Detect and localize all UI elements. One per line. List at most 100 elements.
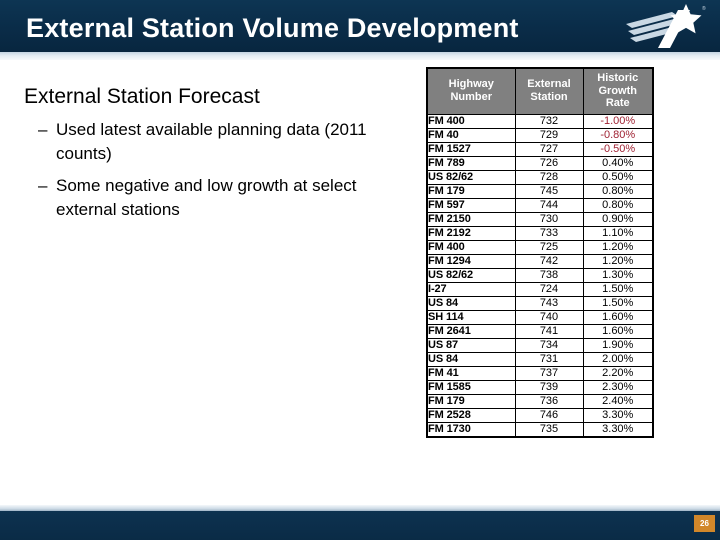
cell-historic-growth-rate: 0.80%	[582, 183, 654, 199]
cell-highway-number: FM 2528	[426, 407, 516, 423]
cell-historic-growth-rate: 1.50%	[582, 281, 654, 297]
cell-external-station: 729	[514, 127, 584, 143]
cell-external-station: 743	[514, 295, 584, 311]
cell-historic-growth-rate: 1.60%	[582, 309, 654, 325]
cell-external-station: 725	[514, 239, 584, 255]
cell-external-station: 745	[514, 183, 584, 199]
content-heading: External Station Forecast	[24, 85, 260, 108]
table-row: FM 179 736 2.40%	[426, 393, 654, 409]
table-row: FM 2641 741 1.60%	[426, 323, 654, 339]
table-row: FM 400 725 1.20%	[426, 239, 654, 255]
table-row: US 84 743 1.50%	[426, 295, 654, 311]
cell-historic-growth-rate: 0.40%	[582, 155, 654, 171]
page-number-badge: 26	[694, 515, 715, 532]
svg-text:®: ®	[702, 5, 706, 12]
cell-external-station: 730	[514, 211, 584, 227]
table-row: FM 1294 742 1.20%	[426, 253, 654, 269]
table-row: US 82/62 728 0.50%	[426, 169, 654, 185]
star-swoosh-logo: ®	[612, 2, 708, 52]
cell-historic-growth-rate: -1.00%	[582, 113, 654, 129]
cell-historic-growth-rate: -0.50%	[582, 141, 654, 157]
cell-external-station: 728	[514, 169, 584, 185]
cell-highway-number: FM 2641	[426, 323, 516, 339]
table-row: FM 1527 727 -0.50%	[426, 141, 654, 157]
cell-historic-growth-rate: 3.30%	[582, 421, 654, 437]
table-row: FM 179 745 0.80%	[426, 183, 654, 199]
table-row: FM 2192 733 1.10%	[426, 225, 654, 241]
cell-historic-growth-rate: 1.10%	[582, 225, 654, 241]
table-body: FM 400 732 -1.00% FM 40 729 -0.80% FM 1527 727-…	[426, 113, 654, 437]
cell-historic-growth-rate: 1.90%	[582, 337, 654, 353]
table-row: FM 597 744 0.80%	[426, 197, 654, 213]
table-row: FM 40 729 -0.80%	[426, 127, 654, 143]
cell-historic-growth-rate: 2.30%	[582, 379, 654, 395]
external-station-table: Highway Number External Station Historic…	[426, 67, 654, 438]
cell-historic-growth-rate: 3.30%	[582, 407, 654, 423]
cell-external-station: 736	[514, 393, 584, 409]
cell-highway-number: FM 1585	[426, 379, 516, 395]
cell-highway-number: FM 1730	[426, 421, 516, 437]
cell-external-station: 741	[514, 323, 584, 339]
table-header-row: Highway Number External Station Historic…	[426, 67, 654, 115]
column-header-historic-growth-rate: Historic Growth Rate	[582, 67, 654, 115]
cell-external-station: 732	[514, 113, 584, 129]
cell-highway-number: FM 1527	[426, 141, 516, 157]
table-row: US 84 731 2.00%	[426, 351, 654, 367]
cell-highway-number: FM 40	[426, 127, 516, 143]
cell-highway-number: FM 179	[426, 183, 516, 199]
table-row: FM 2150 730 0.90%	[426, 211, 654, 227]
cell-highway-number: FM 789	[426, 155, 516, 171]
cell-historic-growth-rate: 1.60%	[582, 323, 654, 339]
cell-highway-number: FM 400	[426, 113, 516, 129]
cell-external-station: 742	[514, 253, 584, 269]
cell-historic-growth-rate: 1.20%	[582, 239, 654, 255]
cell-historic-growth-rate: 1.30%	[582, 267, 654, 283]
column-header-highway-number: Highway Number	[426, 67, 516, 115]
bullet-text: Some negative and low growth at select e…	[56, 176, 357, 219]
cell-highway-number: US 84	[426, 295, 516, 311]
header-underline-accent	[0, 52, 720, 60]
table-row: US 87 734 1.90%	[426, 337, 654, 353]
table-row: SH 114 740 1.60%	[426, 309, 654, 325]
cell-external-station: 735	[514, 421, 584, 437]
cell-historic-growth-rate: -0.80%	[582, 127, 654, 143]
table-row: US 82/62 738 1.30%	[426, 267, 654, 283]
cell-highway-number: FM 2150	[426, 211, 516, 227]
cell-highway-number: FM 1294	[426, 253, 516, 269]
cell-highway-number: US 82/62	[426, 169, 516, 185]
bullet-list: – Used latest available planning data (2…	[38, 118, 368, 230]
cell-highway-number: SH 114	[426, 309, 516, 325]
cell-highway-number: US 82/62	[426, 267, 516, 283]
table-row: FM 1730 735 3.30%	[426, 421, 654, 437]
cell-external-station: 731	[514, 351, 584, 367]
cell-historic-growth-rate: 2.40%	[582, 393, 654, 409]
list-item: – Some negative and low growth at select…	[38, 174, 368, 222]
cell-external-station: 724	[514, 281, 584, 297]
cell-historic-growth-rate: 1.50%	[582, 295, 654, 311]
cell-external-station: 737	[514, 365, 584, 381]
cell-external-station: 739	[514, 379, 584, 395]
cell-external-station: 744	[514, 197, 584, 213]
table-row: FM 400 732 -1.00%	[426, 113, 654, 129]
cell-highway-number: US 87	[426, 337, 516, 353]
cell-external-station: 734	[514, 337, 584, 353]
bullet-dash-icon: –	[38, 176, 48, 195]
cell-highway-number: FM 400	[426, 239, 516, 255]
cell-historic-growth-rate: 1.20%	[582, 253, 654, 269]
table-row: FM 2528 746 3.30%	[426, 407, 654, 423]
cell-highway-number: FM 41	[426, 365, 516, 381]
cell-highway-number: US 84	[426, 351, 516, 367]
cell-external-station: 746	[514, 407, 584, 423]
cell-external-station: 740	[514, 309, 584, 325]
cell-historic-growth-rate: 2.00%	[582, 351, 654, 367]
slide-footer-bar	[0, 511, 720, 540]
list-item: – Used latest available planning data (2…	[38, 118, 368, 166]
table-row: FM 41 737 2.20%	[426, 365, 654, 381]
cell-external-station: 727	[514, 141, 584, 157]
cell-highway-number: FM 2192	[426, 225, 516, 241]
column-header-external-station: External Station	[514, 67, 584, 115]
cell-highway-number: I-27	[426, 281, 516, 297]
cell-historic-growth-rate: 0.50%	[582, 169, 654, 185]
cell-external-station: 738	[514, 267, 584, 283]
table-row: FM 1585 739 2.30%	[426, 379, 654, 395]
